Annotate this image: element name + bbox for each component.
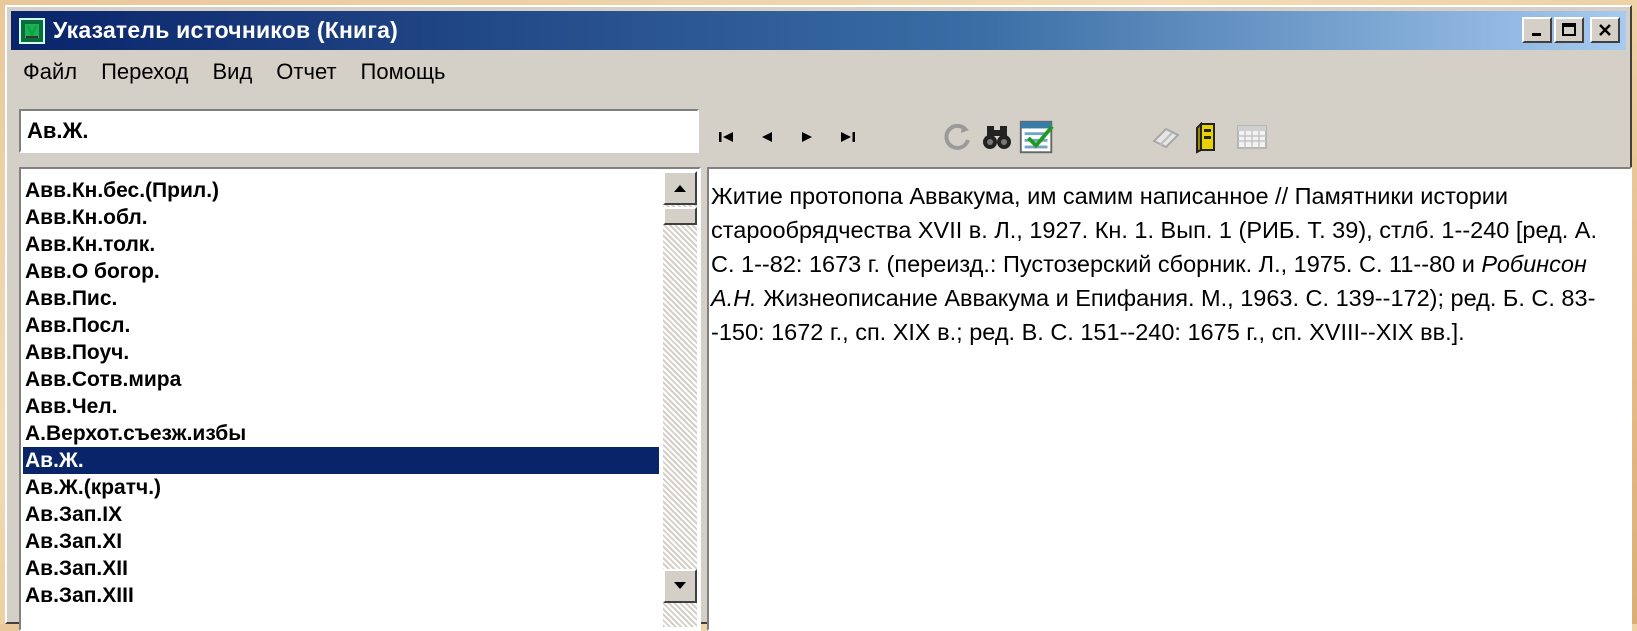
list-item[interactable]: Авв.Поуч. <box>23 339 659 366</box>
description-part2: Жизнеописание Аввакума и Епифания. М., 1… <box>711 285 1596 345</box>
list-item[interactable]: Авв.Посл. <box>23 312 659 339</box>
find-button[interactable] <box>977 117 1017 157</box>
sources-list-panel: Авв.Кн.бес.(Прил.) Авв.Кн.обл. Авв.Кн.толк… <box>19 167 701 631</box>
search-input[interactable] <box>19 109 699 153</box>
list-item[interactable]: Ав.Зап.XII <box>23 555 659 582</box>
list-item[interactable]: Авв.Кн.бес.(Прил.) <box>23 177 659 204</box>
minimize-button[interactable] <box>1522 17 1552 43</box>
close-icon <box>1599 24 1611 36</box>
menu-help[interactable]: Помощь <box>349 59 458 85</box>
list-item[interactable]: Авв.О богор. <box>23 258 659 285</box>
refresh-icon <box>944 123 970 150</box>
list-item-selected[interactable]: Ав.Ж. <box>23 447 659 474</box>
first-record-button[interactable] <box>707 117 747 157</box>
book-button[interactable] <box>1187 117 1227 157</box>
refresh-button[interactable] <box>937 117 977 157</box>
scroll-up-button[interactable] <box>663 171 697 205</box>
binoculars-icon <box>983 126 1011 149</box>
list-item[interactable]: Авв.Пис. <box>23 285 659 312</box>
list-item[interactable]: Авв.Кн.обл. <box>23 204 659 231</box>
source-description: Житие протопопа Аввакума, им самим напис… <box>709 179 1611 349</box>
list-item[interactable]: Ав.Зап.XIII <box>23 582 659 609</box>
scroll-down-button[interactable] <box>663 569 697 603</box>
menu-navigate[interactable]: Переход <box>89 59 200 85</box>
maximize-icon <box>1562 23 1576 36</box>
scroll-thumb[interactable] <box>663 207 697 225</box>
list-item[interactable]: Ав.Зап.IX <box>23 501 659 528</box>
description-part1: Житие протопопа Аввакума, им самим напис… <box>711 183 1598 277</box>
menu-bar: Файл Переход Вид Отчет Помощь <box>11 55 458 89</box>
app-icon[interactable] <box>19 17 45 44</box>
previous-record-icon <box>762 132 772 142</box>
arrow-down-icon <box>674 582 686 589</box>
last-record-icon <box>841 132 855 142</box>
last-record-button[interactable] <box>827 117 867 157</box>
close-button[interactable] <box>1590 17 1620 43</box>
eraser-icon <box>1152 127 1180 149</box>
menu-view[interactable]: Вид <box>200 59 264 85</box>
first-record-icon <box>719 132 733 142</box>
book-icon <box>1196 121 1215 154</box>
checklist-icon <box>1019 120 1054 154</box>
sources-list: Авв.Кн.бес.(Прил.) Авв.Кн.обл. Авв.Кн.толк… <box>23 177 659 609</box>
title-bar[interactable]: Указатель источников (Книга) <box>11 11 1626 50</box>
erase-button[interactable] <box>1147 117 1187 157</box>
arrow-up-icon <box>674 185 686 192</box>
maximize-button[interactable] <box>1554 17 1584 43</box>
list-item[interactable]: Ав.Зап.XI <box>23 528 659 555</box>
menu-report[interactable]: Отчет <box>264 59 348 85</box>
source-detail-panel: Житие протопопа Аввакума, им самим напис… <box>707 167 1632 631</box>
window-controls <box>1522 17 1620 43</box>
next-record-icon <box>802 132 812 142</box>
previous-record-button[interactable] <box>747 117 787 157</box>
calendar-button[interactable] <box>1232 117 1272 157</box>
calendar-grid-icon <box>1237 125 1267 149</box>
list-scrollbar[interactable] <box>663 171 697 627</box>
checklist-button[interactable] <box>1017 117 1057 157</box>
list-item[interactable]: Авв.Чел. <box>23 393 659 420</box>
minimize-icon <box>1532 33 1541 36</box>
main-window: Указатель источников (Книга) Файл Перехо… <box>5 5 1632 631</box>
menu-file[interactable]: Файл <box>11 59 89 85</box>
list-item[interactable]: Авв.Сотв.мира <box>23 366 659 393</box>
list-item[interactable]: А.Верхот.съезж.избы <box>23 420 659 447</box>
next-record-button[interactable] <box>787 117 827 157</box>
window-title: Указатель источников (Книга) <box>53 17 399 43</box>
list-item[interactable]: Ав.Ж.(кратч.) <box>23 474 659 501</box>
list-item[interactable]: Авв.Кн.толк. <box>23 231 659 258</box>
